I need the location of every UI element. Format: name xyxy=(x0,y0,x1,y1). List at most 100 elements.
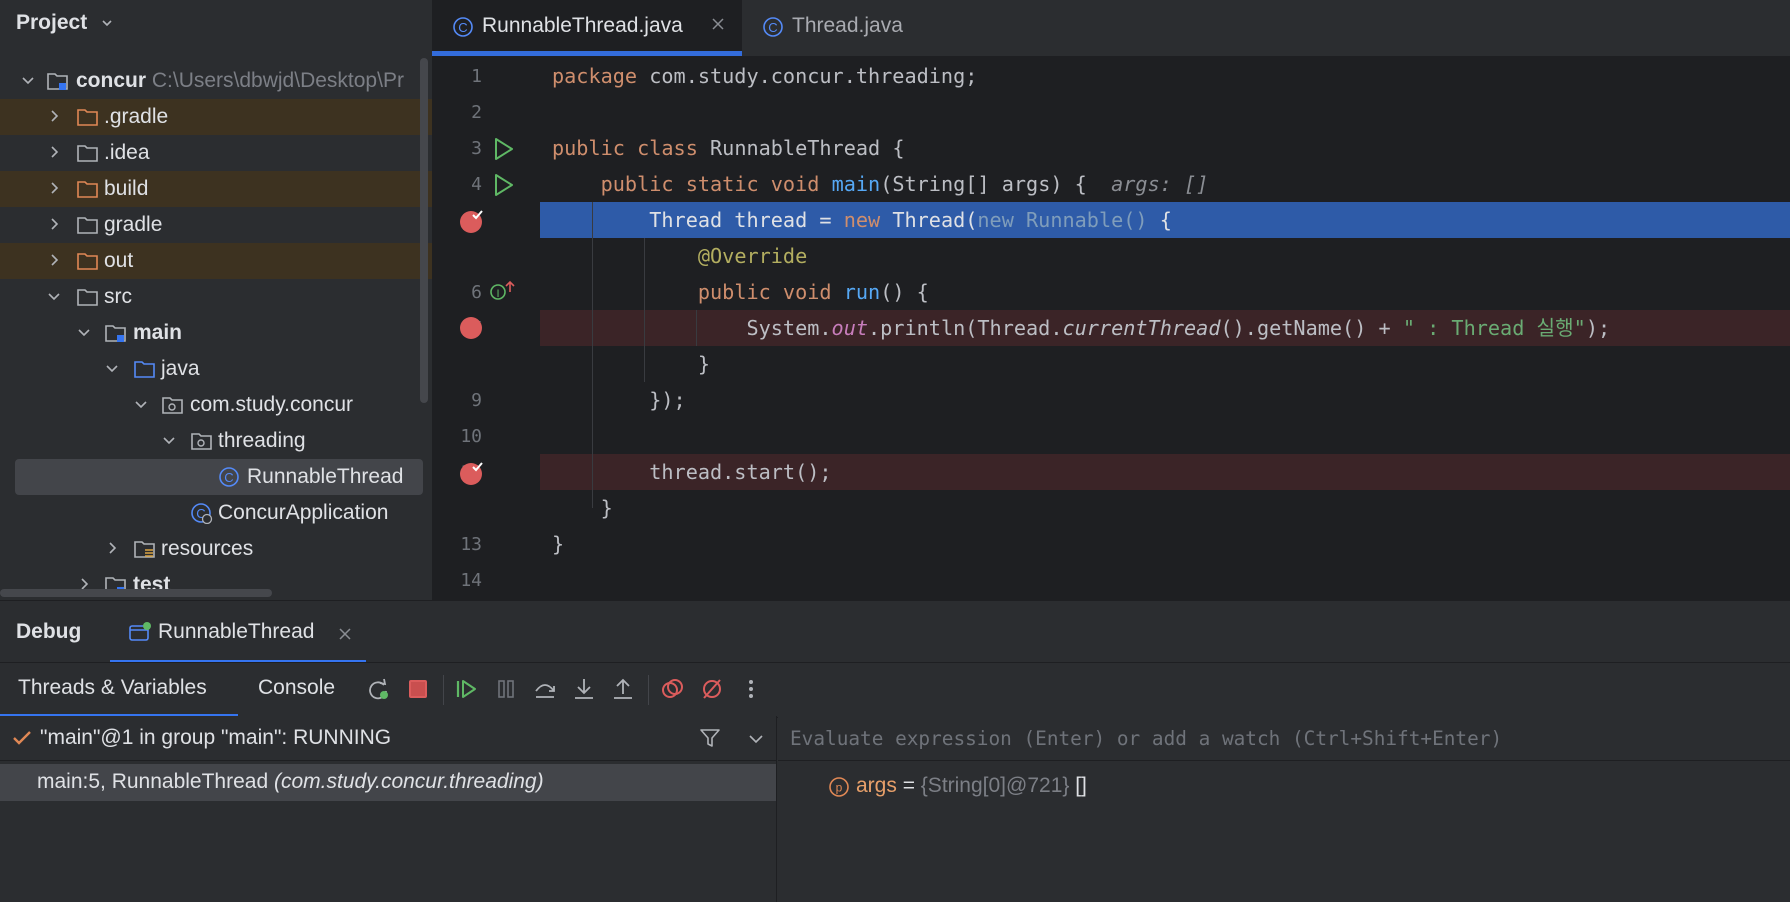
tree-item-label: gradle xyxy=(104,213,163,236)
step-over-icon[interactable] xyxy=(533,677,557,701)
rerun-icon[interactable] xyxy=(366,677,390,701)
run-icon[interactable] xyxy=(490,172,516,198)
tree-item-package-threading[interactable]: threading xyxy=(0,423,432,459)
tree-item-java[interactable]: java xyxy=(0,351,432,387)
tree-item-idea[interactable]: .idea xyxy=(0,135,432,171)
run-icon[interactable] xyxy=(490,136,516,162)
tree-item-concur[interactable]: concur C:\Users\dbwjd\Desktop\Pr xyxy=(0,63,432,99)
filter-icon[interactable] xyxy=(698,726,722,750)
code-line-9[interactable]: } xyxy=(540,346,1790,382)
folder-icon xyxy=(77,109,98,126)
chevron-down-icon[interactable] xyxy=(100,16,114,30)
evaluate-expression-input[interactable] xyxy=(790,722,1780,754)
code-line-13[interactable]: } xyxy=(540,490,1790,526)
implementing-method-icon[interactable]: I xyxy=(488,278,522,304)
code-line-8-breakpoint[interactable]: System.out.println(Thread.currentThread(… xyxy=(540,310,1790,346)
tab-label: Thread.java xyxy=(792,14,903,37)
chevron-right-icon[interactable] xyxy=(46,144,62,160)
chevron-right-icon[interactable] xyxy=(46,108,62,124)
code-line-5-execution-point[interactable]: Thread thread = new Thread(new Runnable(… xyxy=(540,202,1790,238)
code-editor: C RunnableThread.java C Thread.java pack… xyxy=(432,0,1790,600)
chevron-right-icon[interactable] xyxy=(46,252,62,268)
tree-item-concurapplication[interactable]: C ConcurApplication xyxy=(0,495,432,531)
code-line-3[interactable]: public class RunnableThread { xyxy=(540,130,1790,166)
chevron-right-icon[interactable] xyxy=(46,180,62,196)
line-number: 6 xyxy=(471,282,482,303)
line-number: 1 xyxy=(471,66,482,87)
line-number: 2 xyxy=(471,102,482,123)
tab-thread-java[interactable]: C Thread.java xyxy=(742,0,952,56)
debug-session-tab[interactable]: RunnableThread xyxy=(110,601,366,663)
mute-breakpoints-icon[interactable] xyxy=(700,677,724,701)
resume-icon[interactable] xyxy=(455,677,479,701)
tree-item-resources[interactable]: resources xyxy=(0,531,432,567)
tree-item-label: java xyxy=(161,357,200,380)
variable-text: args = {String[0]@721} [] xyxy=(856,774,1087,797)
tree-item-main[interactable]: main xyxy=(0,315,432,351)
resources-folder-icon xyxy=(134,541,155,558)
tab-console[interactable]: Console xyxy=(258,676,335,700)
thread-selector[interactable]: "main"@1 in group "main": RUNNING xyxy=(0,716,776,761)
folder-icon xyxy=(77,253,98,270)
tree-item-build[interactable]: build xyxy=(0,171,432,207)
code-line-1[interactable]: package com.study.concur.threading; xyxy=(540,58,1790,94)
tree-item-runnablethread[interactable]: C RunnableThread xyxy=(0,459,432,495)
code-line-7[interactable]: public void run() { xyxy=(540,274,1790,310)
tree-item-out[interactable]: out xyxy=(0,243,432,279)
code-line-4[interactable]: public static void main(String[] args) {… xyxy=(540,166,1790,202)
tab-threads-variables[interactable]: Threads & Variables xyxy=(18,676,207,700)
pause-icon[interactable] xyxy=(494,677,518,701)
breakpoint-icon[interactable] xyxy=(458,206,488,236)
chevron-down-icon[interactable] xyxy=(20,72,36,88)
toolbar-separator xyxy=(443,675,444,705)
step-out-icon[interactable] xyxy=(611,677,635,701)
chevron-down-icon[interactable] xyxy=(46,288,62,304)
class-icon: C xyxy=(453,17,473,37)
indent-guide xyxy=(644,238,645,382)
close-icon[interactable] xyxy=(710,16,726,32)
chevron-down-icon[interactable] xyxy=(104,360,120,376)
code-line-11[interactable] xyxy=(540,418,1790,454)
chevron-down-icon[interactable] xyxy=(161,432,177,448)
code-line-10[interactable]: }); xyxy=(540,382,1790,418)
tree-item-gradle-cache[interactable]: .gradle xyxy=(0,99,432,135)
tab-runnablethread-java[interactable]: C RunnableThread.java xyxy=(432,0,742,56)
tree-item-label: build xyxy=(104,177,149,200)
tree-item-label: src xyxy=(104,285,132,308)
step-into-icon[interactable] xyxy=(572,677,596,701)
tree-item-gradle[interactable]: gradle xyxy=(0,207,432,243)
tree-item-label: .gradle xyxy=(104,105,169,128)
code-line-15[interactable] xyxy=(540,562,1790,598)
close-icon[interactable] xyxy=(338,627,352,641)
more-options-icon[interactable] xyxy=(739,677,763,701)
code-line-2[interactable] xyxy=(540,94,1790,130)
breakpoint-icon[interactable] xyxy=(458,458,488,488)
horizontal-scrollbar[interactable] xyxy=(0,589,272,597)
breakpoint-icon[interactable] xyxy=(458,314,488,344)
code-line-12-breakpoint[interactable]: thread.start(); xyxy=(540,454,1790,490)
svg-text:C: C xyxy=(768,20,777,35)
line-number: 9 xyxy=(471,390,482,411)
tree-item-label: threading xyxy=(218,429,306,452)
line-number: 3 xyxy=(471,138,482,159)
tree-item-src[interactable]: src xyxy=(0,279,432,315)
chevron-down-icon[interactable] xyxy=(76,324,92,340)
variable-row[interactable]: p args = {String[0]@721} [] xyxy=(778,768,1790,804)
chevron-right-icon[interactable] xyxy=(46,216,62,232)
stop-icon[interactable] xyxy=(406,677,430,701)
view-breakpoints-icon[interactable] xyxy=(660,677,684,701)
tree-item-label: resources xyxy=(161,537,254,560)
chevron-down-icon[interactable] xyxy=(748,732,764,746)
stack-frame-row[interactable]: main:5, RunnableThread (com.study.concur… xyxy=(0,764,776,801)
tree-item-label: RunnableThread xyxy=(247,465,404,488)
debug-session-label: RunnableThread xyxy=(158,620,315,643)
editor-gutter[interactable]: 1 2 3 4 6 7 9 10 11 13 14 15 I xyxy=(432,56,540,600)
code-line-6[interactable]: @Override xyxy=(540,238,1790,274)
vertical-scrollbar[interactable] xyxy=(420,58,428,403)
code-line-14[interactable]: } xyxy=(540,526,1790,562)
tree-item-package-concur[interactable]: com.study.concur xyxy=(0,387,432,423)
toolbar-separator xyxy=(648,675,649,705)
project-title[interactable]: Project xyxy=(16,11,87,35)
chevron-right-icon[interactable] xyxy=(104,540,120,556)
chevron-down-icon[interactable] xyxy=(133,396,149,412)
